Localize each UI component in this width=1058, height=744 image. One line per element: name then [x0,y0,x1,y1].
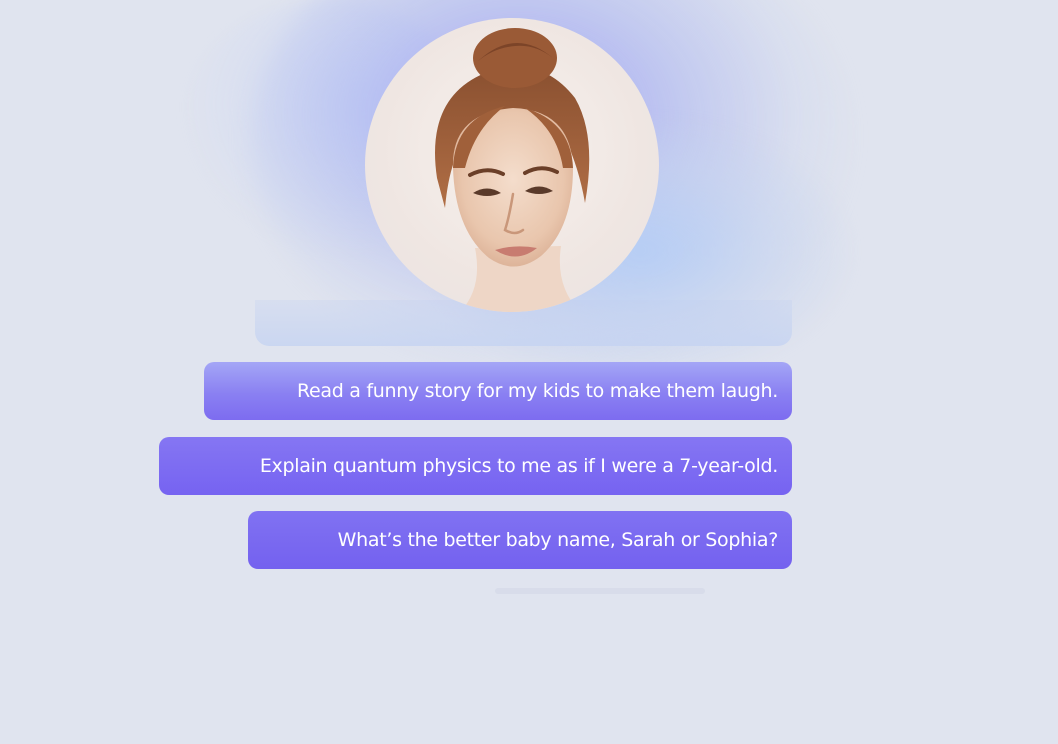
assistant-avatar [365,18,659,312]
prompt-button-funny-story[interactable]: Read a funny story for my kids to make t… [204,362,792,420]
portrait-illustration [435,28,590,312]
prompt-label: Read a funny story for my kids to make t… [296,380,778,402]
reflection-decoration [495,588,705,594]
prompt-button-baby-name[interactable]: What’s the better baby name, Sarah or So… [248,511,792,569]
prompt-label: Explain quantum physics to me as if I we… [259,455,778,477]
prompt-label: What’s the better baby name, Sarah or So… [337,529,779,551]
prompt-button-quantum-physics[interactable]: Explain quantum physics to me as if I we… [159,437,792,495]
